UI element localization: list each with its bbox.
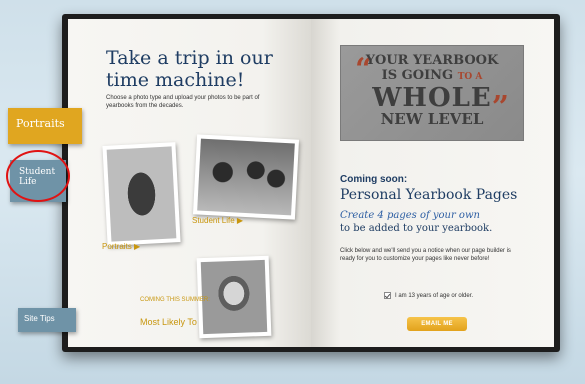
age-confirmation[interactable]: I am 13 years of age or older. xyxy=(384,292,473,299)
page-headline: Take a trip in our time machine! xyxy=(106,47,273,91)
portraits-link[interactable]: Portraits ▶ xyxy=(102,242,140,251)
promo-banner: “ ” YOUR YEARBOOK IS GOING TO A WHOLE NE… xyxy=(340,45,524,141)
coming-this-summer-label: COMING THIS SUMMER: xyxy=(140,297,210,303)
section-title: Personal Yearbook Pages xyxy=(340,187,518,203)
banner-line-3: WHOLE xyxy=(372,83,492,113)
right-page: “ ” YOUR YEARBOOK IS GOING TO A WHOLE NE… xyxy=(311,19,554,347)
most-likely-to-label: Most Likely To xyxy=(140,317,197,327)
banner-line-1: YOUR YEARBOOK xyxy=(365,53,499,68)
age-label: I am 13 years of age or older. xyxy=(395,292,474,299)
intro-text: Choose a photo type and upload your phot… xyxy=(106,95,260,109)
added-to-yearbook-text: to be added to your yearbook. xyxy=(340,223,493,234)
highlight-circle xyxy=(6,150,70,202)
student-life-link[interactable]: Student Life ▶ xyxy=(192,216,243,225)
tab-portraits[interactable]: Portraits xyxy=(8,108,82,144)
email-me-button[interactable]: EMAIL ME xyxy=(407,317,467,331)
notice-text: Click below and we'll send you a notice … xyxy=(340,248,511,262)
age-checkbox[interactable] xyxy=(384,292,391,299)
tab-site-tips[interactable]: Site Tips xyxy=(18,308,76,332)
banner-line-4: NEW LEVEL xyxy=(380,110,484,128)
portrait-photo[interactable] xyxy=(102,142,181,246)
left-page: Take a trip in our time machine! Choose … xyxy=(68,19,311,347)
yearbook: Take a trip in our time machine! Choose … xyxy=(62,14,560,352)
coming-soon-label: Coming soon: xyxy=(340,174,408,185)
create-pages-text: Create 4 pages of your own xyxy=(340,210,480,221)
student-life-photo[interactable] xyxy=(192,134,300,220)
